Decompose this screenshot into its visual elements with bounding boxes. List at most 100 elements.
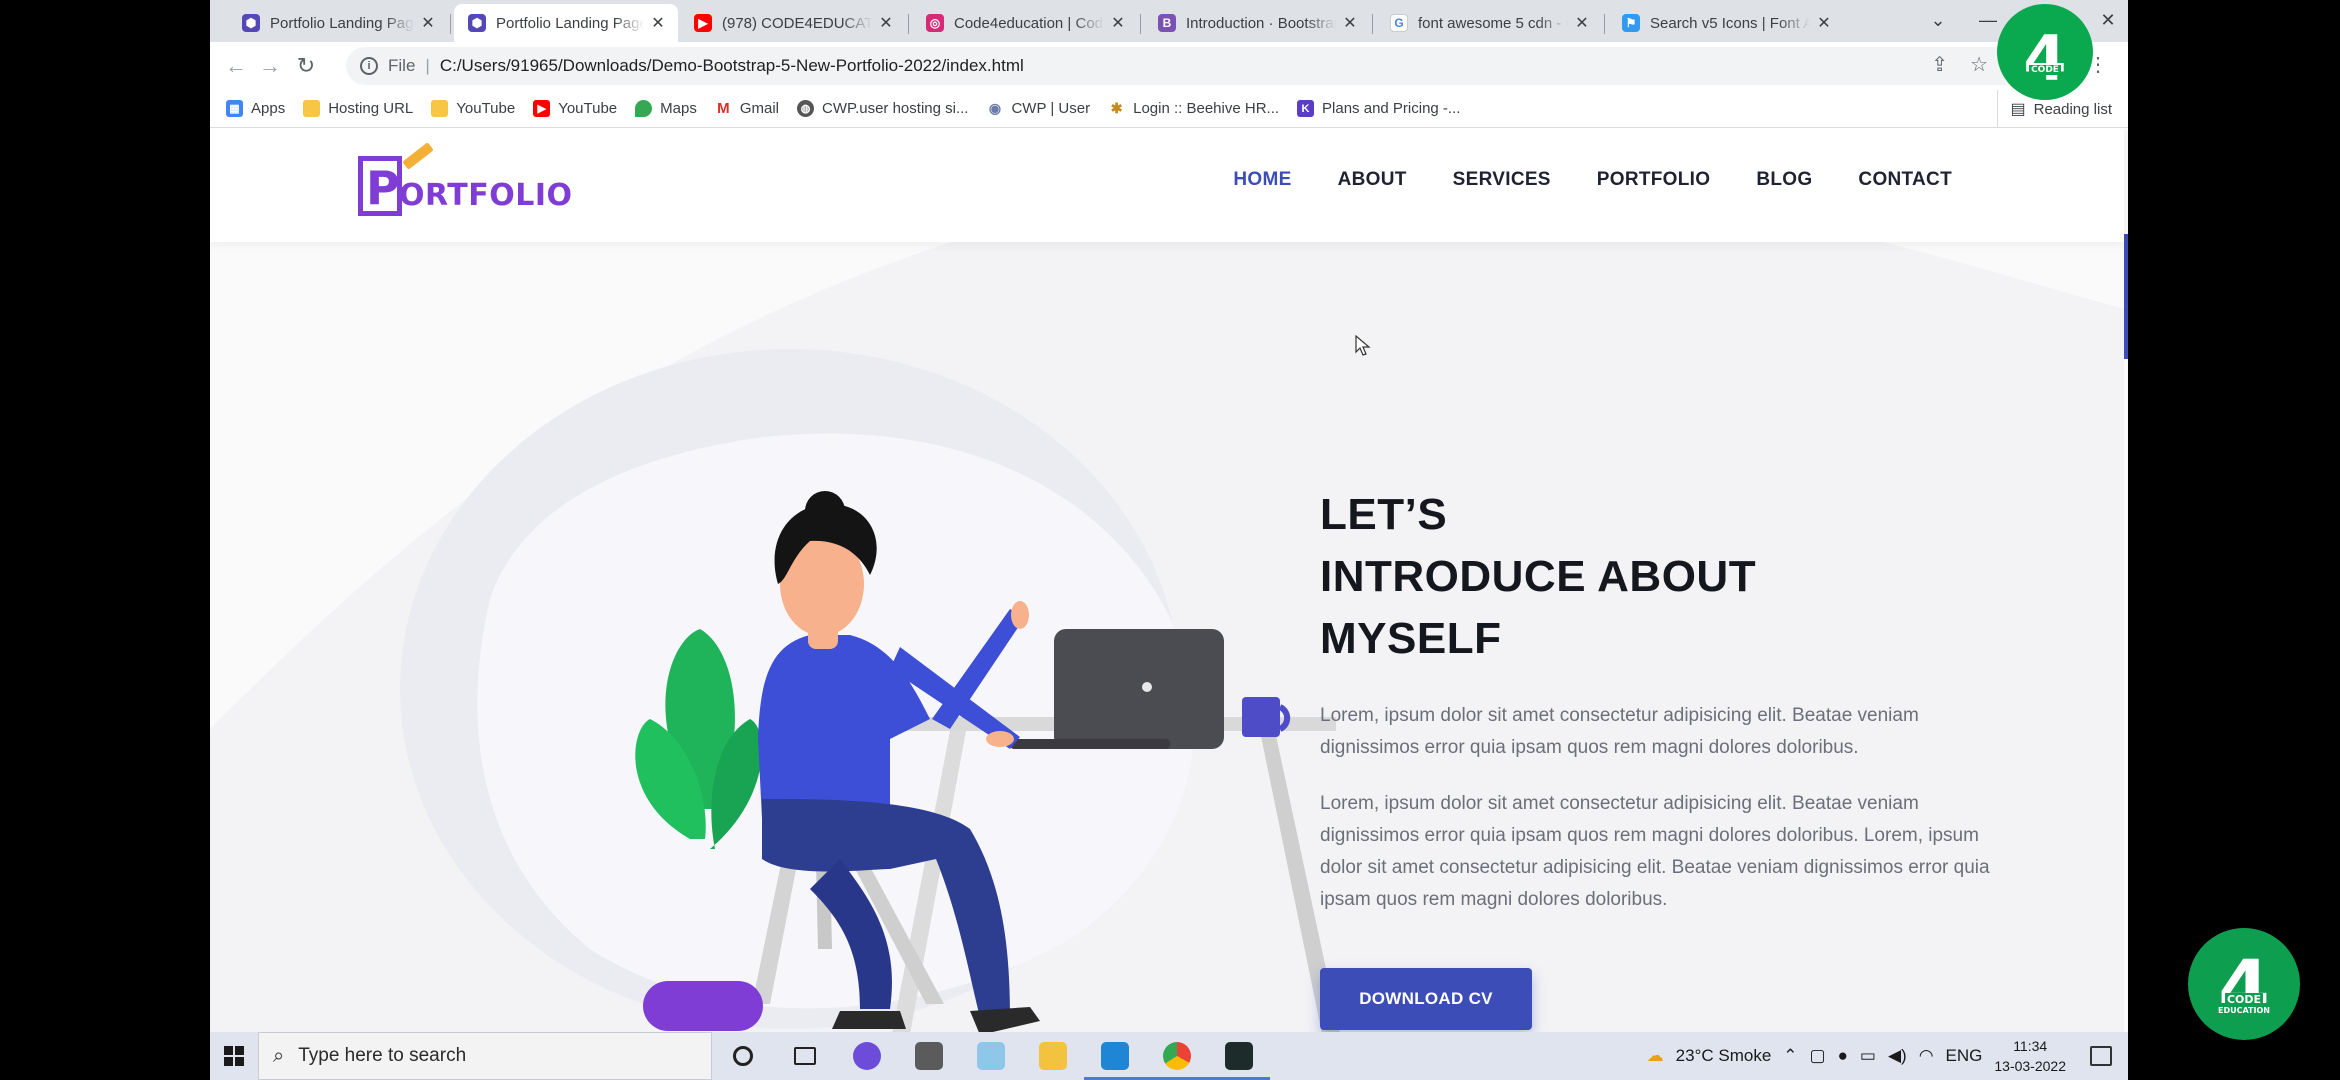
close-icon[interactable]: ✕ [1108,13,1128,33]
windows-taskbar: ⌕ Type here to search ☁ 23°C Smoke ⌃ ▢ ●… [210,1032,2128,1080]
scrollbar-thumb[interactable] [2124,234,2128,359]
code4education-logo: 4 CODE [1997,4,2093,100]
nav-about[interactable]: ABOUT [1338,169,1407,191]
app-icon-notes[interactable] [960,1032,1022,1080]
url-text[interactable]: C:/Users/91965/Downloads/Demo-Bootstrap-… [440,56,1024,76]
battery-icon[interactable]: ▭ [1860,1046,1876,1066]
tab-portfolio-active[interactable]: ⬢ Portfolio Landing Page ✕ [454,4,678,42]
site-nav: HOME ABOUT SERVICES PORTFOLIO BLOG CONTA… [1187,169,1952,191]
youtube-icon: ▶ [694,14,712,32]
tab-title: Portfolio Landing Page [496,14,644,32]
file-explorer-icon[interactable] [1022,1032,1084,1080]
gmail-icon: M [714,100,732,117]
nav-contact[interactable]: CONTACT [1858,169,1952,191]
reading-list-icon: ▤ [2010,101,2026,118]
info-icon[interactable]: i [360,57,378,75]
language-indicator[interactable]: ENG [1946,1046,1983,1066]
bookmark-maps[interactable]: Maps [635,100,697,117]
bookmark-cwp-hosting[interactable]: ◍ CWP.user hosting si... [797,100,968,117]
tab-title: Introduction · Bootstrap [1186,14,1336,32]
address-toolbar: ← → ↻ i File | C:/Users/91965/Downloads/… [210,42,2128,90]
tab-youtube[interactable]: ▶ (978) CODE4EDUCATION ✕ [680,4,906,42]
apps-grid-icon: ▦ [226,100,243,117]
clock[interactable]: 11:34 13-03-2022 [1994,1036,2066,1076]
chrome-icon[interactable] [1146,1032,1208,1080]
tab-portfolio-1[interactable]: ⬢ Portfolio Landing Page ✕ [228,4,448,42]
bookmark-youtube-folder[interactable]: YouTube [431,100,515,117]
taskbar-search-input[interactable]: ⌕ Type here to search [258,1032,712,1080]
microphone-icon[interactable]: ● [1838,1046,1848,1066]
recorder-app-icon[interactable] [1208,1032,1270,1080]
close-icon[interactable]: ✕ [418,13,438,33]
bee-icon: ✱ [1108,100,1126,117]
address-bar[interactable]: i File | C:/Users/91965/Downloads/Demo-B… [346,47,2076,85]
system-tray: ☁ 23°C Smoke ⌃ ▢ ● ▭ ◀) ◠ ENG 11:34 13-0… [1647,1032,2128,1080]
close-icon[interactable]: ✕ [648,13,668,33]
bookmark-youtube[interactable]: ▶ YouTube [533,100,617,117]
weather-text[interactable]: 23°C Smoke [1676,1046,1772,1066]
app-icon-film[interactable] [898,1032,960,1080]
mouse-cursor-icon [1355,335,1371,356]
bootstrap-b-icon: B [1158,14,1176,32]
back-arrow-icon[interactable]: ← [220,50,252,82]
task-view-icon[interactable] [774,1032,836,1080]
volume-icon[interactable]: ◀) [1888,1046,1907,1066]
bookmark-beehive[interactable]: ✱ Login :: Beehive HR... [1108,100,1279,117]
vscode-icon[interactable] [1084,1032,1146,1080]
code4education-logo-corner: 4 CODE EDUCATION [2188,928,2300,1040]
close-icon[interactable]: ✕ [1572,13,1592,33]
screen-recorder-icon[interactable] [836,1032,898,1080]
pencil-icon [402,142,434,170]
bootstrap-icon: ⬢ [468,14,486,32]
eye-icon: ◉ [986,100,1004,117]
tab-search-icon[interactable]: ⌄ [1918,2,1958,38]
network-icon[interactable]: ◠ [1919,1046,1934,1066]
site-logo[interactable]: P ORTFOLIO [358,142,573,221]
notifications-icon[interactable] [2090,1046,2112,1066]
maps-pin-icon [635,100,653,117]
bootstrap-icon: ⬢ [242,14,260,32]
tab-instagram[interactable]: ◎ Code4education | Code ✕ [912,4,1138,42]
tray-app-icon[interactable]: ▢ [1810,1046,1826,1066]
tab-bootstrap-docs[interactable]: B Introduction · Bootstrap ✕ [1144,4,1370,42]
bookmark-apps[interactable]: ▦ Apps [226,100,285,117]
nav-portfolio[interactable]: PORTFOLIO [1597,169,1711,191]
tab-title: Portfolio Landing Page [270,14,414,32]
folder-icon [303,100,321,117]
tab-strip: ⬢ Portfolio Landing Page ✕ ⬢ Portfolio L… [210,0,2128,42]
bookmark-star-icon[interactable]: ☆ [1970,52,1988,77]
window-close-icon[interactable]: ✕ [2088,2,2128,38]
close-icon[interactable]: ✕ [1814,13,1834,33]
bookmark-plans-pricing[interactable]: K Plans and Pricing -... [1297,100,1460,117]
page-viewport: P ORTFOLIO HOME ABOUT SERVICES PORTFOLIO… [210,129,2128,1032]
bookmark-gmail[interactable]: M Gmail [714,100,779,117]
tab-title: Code4education | Code [954,14,1104,32]
fontawesome-flag-icon: ⚑ [1622,14,1640,32]
globe-icon: ◍ [797,100,815,117]
instagram-icon: ◎ [926,14,944,32]
forward-arrow-icon[interactable]: → [254,50,286,82]
url-scheme-label: File [388,56,416,75]
download-cv-button[interactable]: DOWNLOAD CV [1320,968,1532,1030]
search-icon: ⌕ [273,1044,285,1067]
hero-title: LET’S INTRODUCE ABOUT MYSELF [1320,490,1757,663]
tab-google-search[interactable]: G font awesome 5 cdn - Go ✕ [1376,4,1602,42]
bookmark-cwp-user[interactable]: ◉ CWP | User [986,100,1090,117]
nav-services[interactable]: SERVICES [1453,169,1551,191]
tray-chevron-icon[interactable]: ⌃ [1783,1046,1797,1066]
nav-blog[interactable]: BLOG [1756,169,1812,191]
reload-icon[interactable]: ↻ [290,50,322,82]
browser-window: ⬢ Portfolio Landing Page ✕ ⬢ Portfolio L… [210,0,2128,1032]
windows-start-icon[interactable] [210,1032,258,1080]
google-icon: G [1390,14,1408,32]
share-icon[interactable]: ⇪ [1931,52,1948,77]
close-icon[interactable]: ✕ [1340,13,1360,33]
nav-home[interactable]: HOME [1233,169,1291,191]
close-icon[interactable]: ✕ [876,13,896,33]
cortana-icon[interactable] [712,1032,774,1080]
hero-text: LET’S INTRODUCE ABOUT MYSELF Lorem, ipsu… [1320,484,2010,1030]
youtube-icon: ▶ [533,100,551,117]
tab-title: Search v5 Icons | Font Awesome [1650,14,1810,32]
hero-paragraph-2: Lorem, ipsum dolor sit amet consectetur … [1320,793,1990,910]
bookmark-hosting-url[interactable]: Hosting URL [303,100,413,117]
